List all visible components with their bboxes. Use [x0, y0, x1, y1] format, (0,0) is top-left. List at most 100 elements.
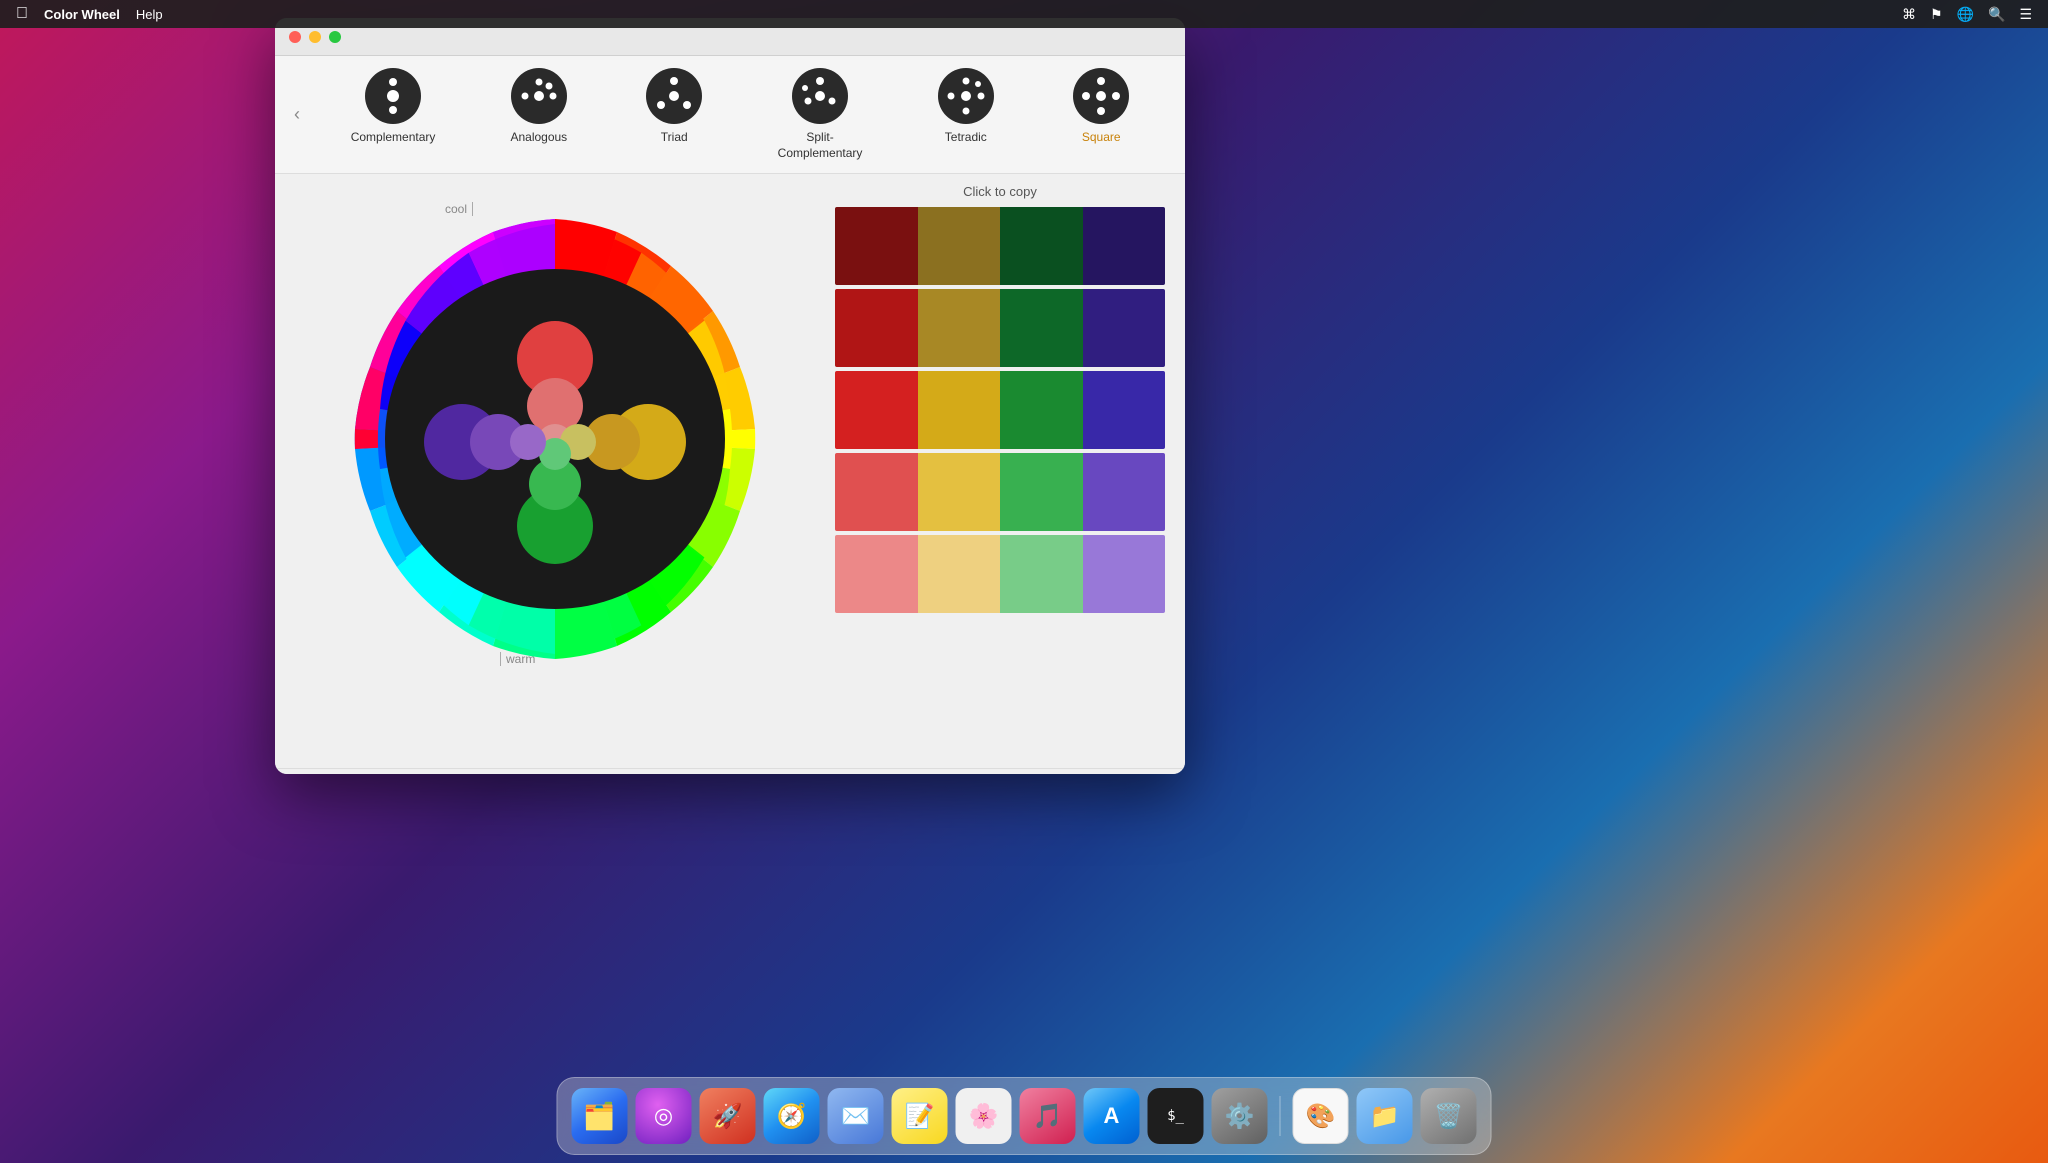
tetradic-label: Tetradic	[945, 130, 987, 146]
swatch-4-1	[835, 453, 918, 531]
dock-trash[interactable]: 🗑️	[1421, 1088, 1477, 1144]
finder-icon: 🗂️	[583, 1101, 615, 1132]
palette-row-4[interactable]	[835, 453, 1165, 531]
complementary-label: Complementary	[351, 130, 436, 146]
nav-item-split-complementary[interactable]: Split-Complementary	[770, 68, 871, 161]
swatch-4-2	[918, 453, 1001, 531]
dock-siri[interactable]: ◎	[636, 1088, 692, 1144]
palette-row-1[interactable]	[835, 207, 1165, 285]
palette-row-5[interactable]	[835, 535, 1165, 613]
swatch-2-4	[1083, 289, 1166, 367]
notes-icon: 📝	[905, 1102, 935, 1131]
click-to-copy: Click to copy	[835, 184, 1165, 199]
swatch-5-4	[1083, 535, 1166, 613]
nav-bar: ‹ Complementary	[275, 56, 1185, 174]
dock-finder[interactable]: 🗂️	[572, 1088, 628, 1144]
palette-panel: Click to copy	[835, 184, 1165, 758]
menubar-icon-2: ⚑	[1930, 6, 1943, 23]
split-complementary-label: Split-Complementary	[778, 130, 863, 161]
square-label: Square	[1082, 130, 1121, 146]
terminal-icon: $_	[1167, 1108, 1184, 1124]
menubar-icon-3: 🌐	[1957, 6, 1974, 23]
wheel-svg	[300, 184, 810, 694]
app-window: ‹ Complementary	[275, 18, 1185, 774]
menubar-icon-5[interactable]: ☰	[2019, 6, 2032, 23]
dock-mail[interactable]: ✉️	[828, 1088, 884, 1144]
dock-terminal[interactable]: $_	[1148, 1088, 1204, 1144]
minimize-button[interactable]	[309, 31, 321, 43]
menubar-icon-1: ⌘	[1902, 6, 1916, 23]
main-content: cool warm	[275, 174, 1185, 768]
close-button[interactable]	[289, 31, 301, 43]
nav-item-triad[interactable]: Triad	[634, 68, 714, 146]
maximize-button[interactable]	[329, 31, 341, 43]
nav-item-complementary[interactable]: Complementary	[343, 68, 444, 146]
back-button[interactable]: ‹	[283, 101, 311, 129]
dock-appstore[interactable]: A	[1084, 1088, 1140, 1144]
analogous-icon	[511, 68, 567, 124]
dock-music[interactable]: 🎵	[1020, 1088, 1076, 1144]
swatch-5-1	[835, 535, 918, 613]
safari-icon: 🧭	[777, 1102, 807, 1131]
footer: Square colors – there is no dominant col…	[275, 768, 1185, 774]
swatch-1-1	[835, 207, 918, 285]
swatch-3-4	[1083, 371, 1166, 449]
square-icon	[1073, 68, 1129, 124]
menubar-icon-4[interactable]: 🔍	[1988, 6, 2005, 23]
colorwheel-dock-icon: 🎨	[1306, 1102, 1336, 1131]
nav-item-tetradic[interactable]: Tetradic	[926, 68, 1006, 146]
swatch-4-3	[1000, 453, 1083, 531]
siri-icon: ◎	[654, 1103, 673, 1129]
color-wheel[interactable]: cool warm	[300, 184, 810, 694]
mail-icon: ✉️	[841, 1102, 871, 1131]
triad-icon	[646, 68, 702, 124]
trash-icon: 🗑️	[1434, 1102, 1464, 1131]
dock-photos[interactable]: 🌸	[956, 1088, 1012, 1144]
swatch-2-2	[918, 289, 1001, 367]
wheel-container: cool warm	[295, 184, 815, 758]
launchpad-icon: 🚀	[713, 1102, 743, 1131]
swatch-3-2	[918, 371, 1001, 449]
dock-folder[interactable]: 📁	[1357, 1088, 1413, 1144]
menubar-left:  Color Wheel Help	[16, 5, 163, 23]
cool-label: cool	[445, 202, 473, 216]
menubar:  Color Wheel Help ⌘ ⚑ 🌐 🔍 ☰	[0, 0, 2048, 28]
swatch-3-3	[1000, 371, 1083, 449]
app-name-menu[interactable]: Color Wheel	[44, 7, 120, 22]
dock-launchpad[interactable]: 🚀	[700, 1088, 756, 1144]
sysprefs-icon: ⚙️	[1225, 1102, 1255, 1131]
music-icon: 🎵	[1033, 1102, 1063, 1131]
tetradic-icon	[938, 68, 994, 124]
dock: 🗂️ ◎ 🚀 🧭 ✉️ 📝 🌸 🎵 A $_ ⚙️ 🎨 📁 🗑️	[557, 1077, 1492, 1155]
swatch-3-1	[835, 371, 918, 449]
swatch-2-3	[1000, 289, 1083, 367]
nav-items: Complementary Analogous	[315, 68, 1169, 161]
palette-row-2[interactable]	[835, 289, 1165, 367]
help-menu[interactable]: Help	[136, 7, 163, 22]
swatch-1-3	[1000, 207, 1083, 285]
appstore-icon: A	[1104, 1103, 1120, 1129]
photos-icon: 🌸	[969, 1102, 999, 1131]
swatch-4-4	[1083, 453, 1166, 531]
palette-row-3[interactable]	[835, 371, 1165, 449]
apple-menu[interactable]: 	[16, 5, 28, 23]
swatch-2-1	[835, 289, 918, 367]
swatch-1-4	[1083, 207, 1166, 285]
dock-divider	[1280, 1096, 1281, 1136]
triad-label: Triad	[661, 130, 688, 146]
swatch-1-2	[918, 207, 1001, 285]
dock-safari[interactable]: 🧭	[764, 1088, 820, 1144]
nav-item-analogous[interactable]: Analogous	[499, 68, 579, 146]
complementary-icon	[365, 68, 421, 124]
dock-sysprefs[interactable]: ⚙️	[1212, 1088, 1268, 1144]
dock-notes[interactable]: 📝	[892, 1088, 948, 1144]
swatch-5-2	[918, 535, 1001, 613]
swatch-5-3	[1000, 535, 1083, 613]
folder-icon: 📁	[1370, 1102, 1400, 1131]
warm-label: warm	[500, 652, 535, 666]
analogous-label: Analogous	[510, 130, 567, 146]
dock-colorwheel[interactable]: 🎨	[1293, 1088, 1349, 1144]
nav-item-square[interactable]: Square	[1061, 68, 1141, 146]
menubar-right: ⌘ ⚑ 🌐 🔍 ☰	[1902, 6, 2032, 23]
split-complementary-icon	[792, 68, 848, 124]
